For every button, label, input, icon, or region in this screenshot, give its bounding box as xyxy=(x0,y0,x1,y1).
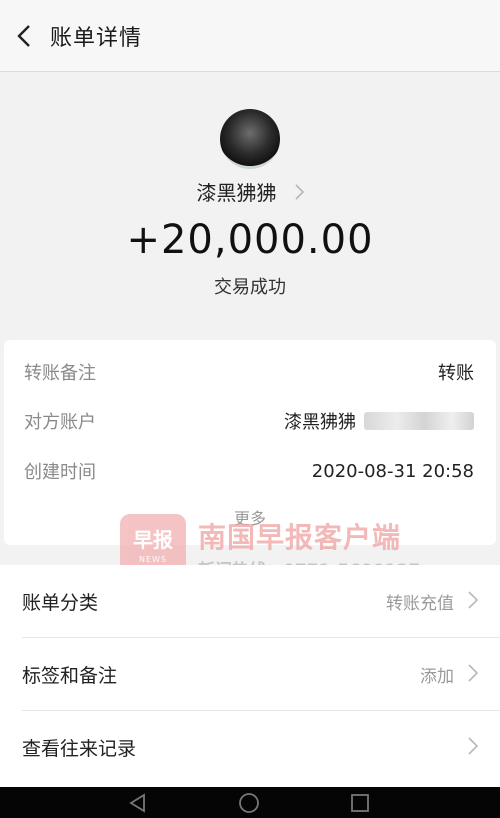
account-name: 漆黑狒狒 xyxy=(284,412,356,433)
chevron-left-icon xyxy=(17,24,30,47)
chevron-right-icon xyxy=(468,737,478,755)
transaction-amount: +20,000.00 xyxy=(126,217,374,263)
blurred-account-number xyxy=(364,412,474,430)
action-view-records[interactable]: 查看往来记录 xyxy=(0,711,500,783)
action-label: 账单分类 xyxy=(22,591,99,614)
action-tags-notes[interactable]: 标签和备注 添加 xyxy=(0,638,500,710)
detail-row-created: 创建时间 2020-08-31 20:58 xyxy=(24,446,474,496)
chevron-right-icon xyxy=(468,591,478,609)
nav-back-icon[interactable] xyxy=(128,793,148,813)
action-bill-category[interactable]: 账单分类 转账充值 xyxy=(0,565,500,637)
app-header: 账单详情 xyxy=(0,0,500,72)
detail-key: 对方账户 xyxy=(24,412,96,433)
transaction-summary: 漆黑狒狒 +20,000.00 交易成功 xyxy=(0,73,500,333)
detail-row-remark: 转账备注 转账 xyxy=(24,347,474,397)
payee-name: 漆黑狒狒 xyxy=(196,181,277,205)
watermark-logo-sub: NEWS xyxy=(138,555,168,564)
detail-key: 创建时间 xyxy=(24,462,96,483)
chevron-right-icon xyxy=(294,183,304,200)
actions-list: 账单分类 转账充值 标签和备注 添加 查看往来记录 xyxy=(0,565,500,787)
detail-value-account: 漆黑狒狒 xyxy=(284,408,474,434)
back-button[interactable] xyxy=(2,0,46,72)
transaction-status: 交易成功 xyxy=(214,277,286,298)
action-value: 转账充值 xyxy=(386,593,454,614)
watermark-title: 南国早报客户端 xyxy=(198,521,402,554)
system-nav-bar xyxy=(0,787,500,818)
action-label: 查看往来记录 xyxy=(22,737,137,760)
page-title: 账单详情 xyxy=(50,25,143,51)
detail-key: 转账备注 xyxy=(24,363,96,384)
chevron-right-icon xyxy=(468,664,478,682)
nav-recents-icon[interactable] xyxy=(350,793,370,813)
nav-home-icon[interactable] xyxy=(238,792,260,814)
action-value: 添加 xyxy=(420,666,454,687)
action-label: 标签和备注 xyxy=(22,664,118,687)
detail-row-account: 对方账户 漆黑狒狒 xyxy=(24,396,474,446)
detail-value: 2020-08-31 20:58 xyxy=(311,460,474,482)
payee-avatar[interactable] xyxy=(220,109,280,169)
detail-value: 转账 xyxy=(438,363,474,384)
watermark-logo-text: 早报 xyxy=(133,528,173,552)
payee-link[interactable]: 漆黑狒狒 xyxy=(0,177,500,206)
